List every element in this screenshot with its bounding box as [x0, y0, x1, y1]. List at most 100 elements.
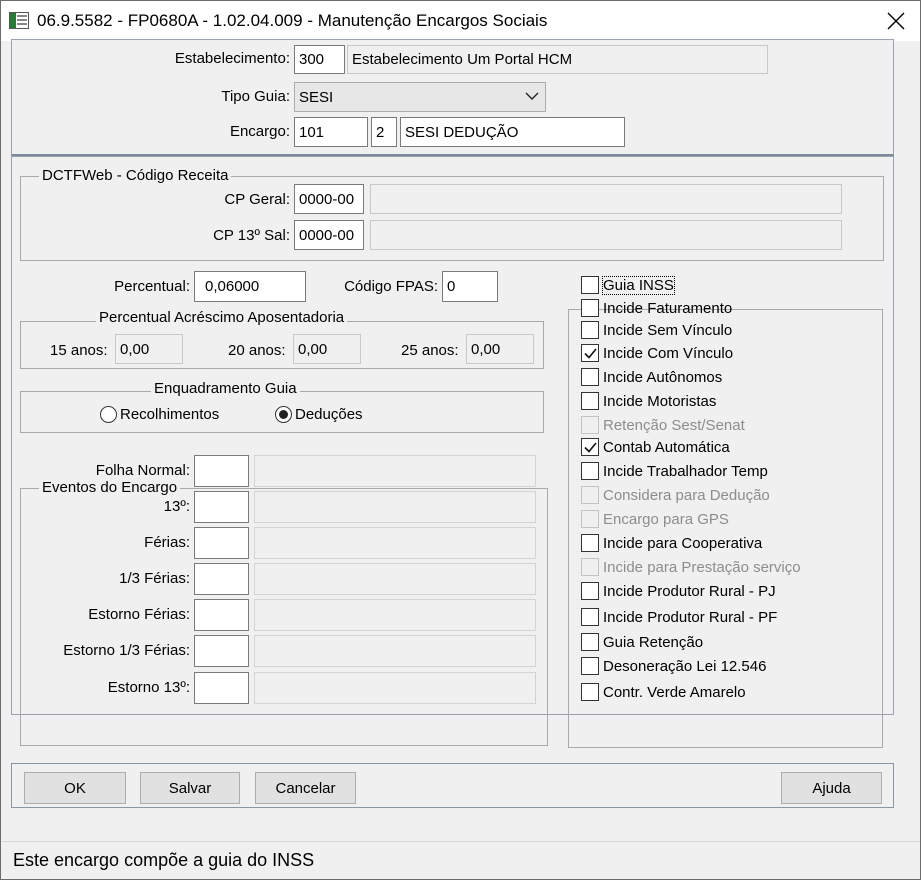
checkbox-icon — [581, 633, 599, 651]
checkbox-icon — [581, 486, 599, 504]
ajuda-button[interactable]: Ajuda — [781, 772, 882, 804]
radio-label-deducoes: Deduções — [295, 406, 363, 423]
checkbox-label-incide-produtor-rural-pf: Incide Produtor Rural - PF — [603, 608, 778, 626]
checkbox-icon — [581, 558, 599, 576]
checkbox-incide-sem-vinculo[interactable]: Incide Sem Vínculo — [581, 319, 732, 341]
cancelar-button[interactable]: Cancelar — [255, 772, 356, 804]
evento-desc-ferias — [254, 527, 536, 559]
cp-13-desc — [370, 220, 842, 250]
close-button[interactable] — [873, 5, 919, 37]
title-bar: 06.9.5582 - FP0680A - 1.02.04.009 - Manu… — [1, 1, 920, 41]
checkbox-icon — [581, 392, 599, 410]
encargo-code-input[interactable]: 101 — [294, 117, 368, 147]
radio-deducoes[interactable]: Deduções — [275, 406, 363, 423]
checkbox-label-incide-faturamento: Incide Faturamento — [603, 299, 733, 317]
checkbox-contab-automatica[interactable]: Contab Automática — [581, 436, 730, 458]
evento-label-13: 13º: — [163, 498, 190, 515]
checkbox-label-incide-autonomos: Incide Autônomos — [603, 368, 723, 386]
checkbox-icon — [581, 582, 599, 600]
checkbox-label-retencao-sest-senat: Retenção Sest/Senat — [603, 416, 745, 434]
evento-label-ferias: Férias: — [144, 534, 190, 551]
checkbox-label-guia-retencao: Guia Retenção — [603, 633, 704, 651]
checkbox-incide-motoristas[interactable]: Incide Motoristas — [581, 390, 716, 412]
checkbox-icon — [581, 416, 599, 434]
anos20-label: 20 anos: — [228, 342, 286, 359]
checkbox-label-incide-com-vinculo: Incide Com Vínculo — [603, 344, 734, 362]
checkbox-label-incide-produtor-rural-pj: Incide Produtor Rural - PJ — [603, 582, 776, 600]
checkbox-guia-inss[interactable]: Guia INSS — [581, 274, 675, 296]
status-bar: Este encargo compõe a guia do INSS — [2, 841, 920, 879]
checkbox-label-incide-sem-vinculo: Incide Sem Vínculo — [603, 321, 733, 339]
encargo-seq-input[interactable]: 2 — [371, 117, 397, 147]
tipo-guia-select[interactable]: SESI — [294, 82, 546, 112]
checkbox-incide-para-cooperativa[interactable]: Incide para Cooperativa — [581, 532, 762, 554]
enquadramento-legend: Enquadramento Guia — [151, 380, 300, 397]
percentual-label: Percentual: — [114, 278, 190, 295]
evento-code-estorno-13[interactable] — [194, 672, 249, 704]
checkbox-guia-retencao[interactable]: Guia Retenção — [581, 631, 703, 653]
checkbox-icon — [581, 510, 599, 528]
dctfweb-legend: DCTFWeb - Código Receita — [39, 167, 232, 184]
checkbox-incide-produtor-rural-pf[interactable]: Incide Produtor Rural - PF — [581, 606, 777, 628]
fpas-input[interactable]: 0 — [442, 271, 498, 302]
evento-code-13[interactable] — [194, 491, 249, 523]
evento-code-ferias[interactable] — [194, 527, 249, 559]
checkbox-incide-autonomos[interactable]: Incide Autônomos — [581, 366, 722, 388]
cp-13-label: CP 13º Sal: — [213, 227, 290, 244]
checkbox-label-incide-motoristas: Incide Motoristas — [603, 392, 717, 410]
estabelecimento-code-input[interactable]: 300 — [294, 45, 345, 74]
radio-recolhimentos[interactable]: Recolhimentos — [100, 406, 219, 423]
checkbox-icon — [581, 299, 599, 317]
encargo-label: Encargo: — [229, 123, 290, 140]
checkbox-considera-para-deducao: Considera para Dedução — [581, 484, 770, 506]
checkbox-retencao-sest-senat: Retenção Sest/Senat — [581, 414, 745, 436]
evento-desc-estorno-ferias — [254, 599, 536, 631]
checkbox-label-incide-trabalhador-temp: Incide Trabalhador Temp — [603, 462, 768, 480]
encargo-desc-input[interactable]: SESI DEDUÇÃO — [400, 117, 625, 147]
evento-code-folha-normal[interactable] — [194, 455, 249, 487]
checkbox-incide-faturamento[interactable]: Incide Faturamento — [581, 297, 732, 319]
dialog-window: 06.9.5582 - FP0680A - 1.02.04.009 - Manu… — [0, 0, 921, 880]
checkbox-label-incide-para-cooperativa: Incide para Cooperativa — [603, 534, 763, 552]
salvar-button[interactable]: Salvar — [140, 772, 240, 804]
header-panel: Estabelecimento: 300 Estabelecimento Um … — [11, 39, 894, 156]
evento-label-um-terco-ferias: 1/3 Férias: — [119, 570, 190, 587]
checkmark-icon — [581, 344, 599, 362]
cp-geral-desc — [370, 184, 842, 214]
percentual-input[interactable]: 0,06000 — [194, 271, 306, 302]
ok-button[interactable]: OK — [24, 772, 126, 804]
checkbox-label-incide-para-prestacao-servico: Incide para Prestação serviço — [603, 558, 801, 576]
window-title: 06.9.5582 - FP0680A - 1.02.04.009 - Manu… — [37, 11, 548, 30]
eventos-legend: Eventos do Encargo — [39, 479, 181, 496]
checkbox-icon — [581, 608, 599, 626]
radio-circle-recolhimentos — [100, 406, 117, 423]
evento-label-estorno-13: Estorno 13º: — [107, 679, 190, 696]
cp-geral-input[interactable]: 0000-00 — [294, 184, 364, 214]
chevron-down-icon — [525, 92, 539, 100]
checkbox-incide-com-vinculo[interactable]: Incide Com Vínculo — [581, 342, 733, 364]
aposentadoria-legend: Percentual Acréscimo Aposentadoria — [96, 309, 348, 326]
client-area: Estabelecimento: 300 Estabelecimento Um … — [2, 39, 920, 840]
evento-code-estorno-ferias[interactable] — [194, 599, 249, 631]
checkbox-icon — [581, 276, 599, 294]
checkbox-contr-verde-amarelo[interactable]: Contr. Verde Amarelo — [581, 681, 746, 703]
checkbox-icon — [581, 368, 599, 386]
anos25-field: 0,00 — [466, 334, 534, 364]
anos15-label: 15 anos: — [50, 342, 108, 359]
anos20-field: 0,00 — [293, 334, 361, 364]
checkbox-icon — [581, 321, 599, 339]
evento-code-um-terco-ferias[interactable] — [194, 563, 249, 595]
evento-label-estorno-um-terco: Estorno 1/3 Férias: — [63, 642, 190, 659]
fpas-label: Código FPAS: — [344, 278, 438, 295]
estabelecimento-label: Estabelecimento: — [174, 50, 290, 67]
checkbox-incide-produtor-rural-pj[interactable]: Incide Produtor Rural - PJ — [581, 580, 776, 602]
checkbox-desoneracao-lei-12-546[interactable]: Desoneração Lei 12.546 — [581, 655, 766, 677]
evento-code-estorno-um-terco[interactable] — [194, 635, 249, 667]
cp-geral-label: CP Geral: — [224, 191, 290, 208]
close-icon — [887, 12, 905, 30]
cp-13-input[interactable]: 0000-00 — [294, 220, 364, 250]
checkbox-icon — [581, 657, 599, 675]
checkbox-incide-trabalhador-temp[interactable]: Incide Trabalhador Temp — [581, 460, 768, 482]
checkbox-icon — [581, 462, 599, 480]
checkbox-icon — [581, 534, 599, 552]
